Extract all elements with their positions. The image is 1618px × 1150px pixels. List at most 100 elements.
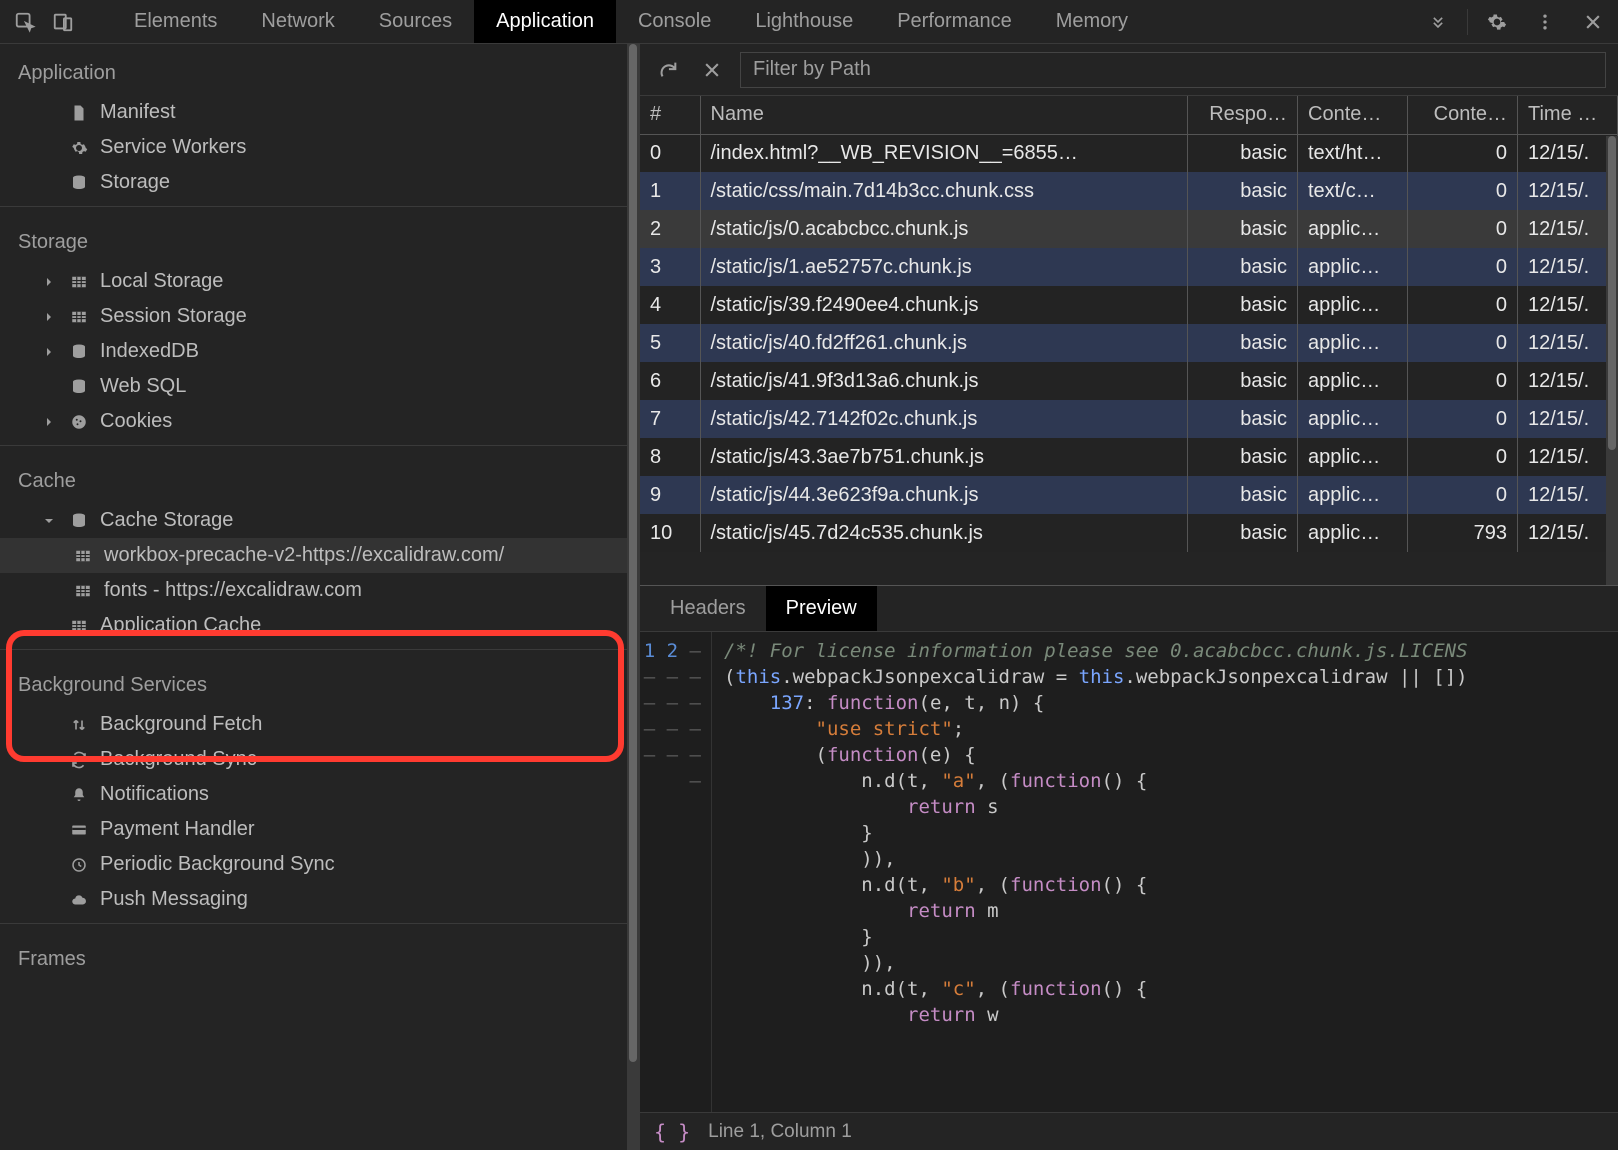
table-cell: basic — [1188, 210, 1298, 248]
table-cell: 2 — [640, 210, 700, 248]
sidebar-item-payment-handler[interactable]: Payment Handler — [0, 812, 639, 847]
chevron-down-icon[interactable] — [44, 516, 58, 526]
sidebar-item-cache-storage[interactable]: Cache Storage — [0, 503, 639, 538]
devtools-tab-network[interactable]: Network — [239, 0, 356, 43]
sidebar-item-application-cache[interactable]: Application Cache — [0, 608, 639, 643]
devtools-tab-performance[interactable]: Performance — [875, 0, 1034, 43]
table-cell: applic… — [1298, 210, 1408, 248]
grid-icon — [68, 271, 90, 293]
sidebar-item-service-workers[interactable]: Service Workers — [0, 130, 639, 165]
reload-icon[interactable] — [652, 54, 684, 86]
sidebar-item-label: Cookies — [100, 410, 172, 433]
statusbar: { } Line 1, Column 1 — [640, 1112, 1618, 1150]
devtools-tab-sources[interactable]: Sources — [357, 0, 474, 43]
table-cell: /static/js/0.acabcbcc.chunk.js — [700, 210, 1188, 248]
sidebar-item-web-sql[interactable]: Web SQL — [0, 369, 639, 404]
sidebar-section-frames: Frames — [0, 930, 639, 981]
sidebar-item-manifest[interactable]: Manifest — [0, 95, 639, 130]
table-cell: /index.html?__WB_REVISION__=6855… — [700, 134, 1188, 172]
table-cell: applic… — [1298, 514, 1408, 552]
table-header[interactable]: Conte… — [1298, 96, 1408, 134]
device-toggle-icon[interactable] — [44, 3, 82, 41]
sidebar-item-session-storage[interactable]: Session Storage — [0, 299, 639, 334]
table-cell: 0 — [1408, 286, 1518, 324]
filter-path-input[interactable] — [740, 52, 1606, 88]
kebab-menu-icon[interactable] — [1526, 3, 1564, 41]
table-row[interactable]: 9/static/js/44.3e623f9a.chunk.jsbasicapp… — [640, 476, 1618, 514]
db-icon — [68, 510, 90, 532]
pretty-print-icon[interactable]: { } — [654, 1120, 690, 1144]
preview-code: 1 2 – – – – – – – – – – – – – – /*! For … — [640, 632, 1618, 1112]
settings-icon[interactable] — [1478, 3, 1516, 41]
sidebar-item-background-fetch[interactable]: Background Fetch — [0, 707, 639, 742]
chevron-right-icon[interactable] — [44, 347, 58, 357]
code-token: this — [735, 666, 781, 688]
devtools-tab-memory[interactable]: Memory — [1034, 0, 1150, 43]
sidebar-item-storage[interactable]: Storage — [0, 165, 639, 200]
sidebar-item-push-messaging[interactable]: Push Messaging — [0, 882, 639, 917]
sidebar-item-label: fonts - https://excalidraw.com — [104, 579, 362, 602]
sync-icon — [68, 749, 90, 771]
sidebar-scrollbar[interactable] — [627, 44, 639, 1150]
table-header[interactable]: Conte… — [1408, 96, 1518, 134]
sidebar-item-label: Service Workers — [100, 136, 246, 159]
updown-icon — [68, 714, 90, 736]
code-token: .webpackJsonpexcalidraw || []) — [1124, 666, 1467, 688]
detail-tab-headers[interactable]: Headers — [650, 586, 766, 631]
devtools-tab-application[interactable]: Application — [474, 0, 616, 43]
table-header[interactable]: Time … — [1518, 96, 1618, 134]
code-token: return — [907, 900, 976, 922]
table-row[interactable]: 7/static/js/42.7142f02c.chunk.jsbasicapp… — [640, 400, 1618, 438]
sidebar-item-fonts-https-excalidraw-com[interactable]: fonts - https://excalidraw.com — [0, 573, 639, 608]
sidebar-item-local-storage[interactable]: Local Storage — [0, 264, 639, 299]
sidebar-item-label: Push Messaging — [100, 888, 248, 911]
table-row[interactable]: 8/static/js/43.3ae7b751.chunk.jsbasicapp… — [640, 438, 1618, 476]
code-token: "use strict" — [816, 718, 953, 740]
table-row[interactable]: 2/static/js/0.acabcbcc.chunk.jsbasicappl… — [640, 210, 1618, 248]
code-token: function — [1010, 874, 1102, 896]
bell-icon — [68, 784, 90, 806]
sidebar-item-label: Manifest — [100, 101, 176, 124]
sidebar-section-application: Application — [0, 44, 639, 95]
sidebar-item-background-sync[interactable]: Background Sync — [0, 742, 639, 777]
table-row[interactable]: 10/static/js/45.7d24c535.chunk.jsbasicap… — [640, 514, 1618, 552]
table-row[interactable]: 0/index.html?__WB_REVISION__=6855…basict… — [640, 134, 1618, 172]
table-row[interactable]: 5/static/js/40.fd2ff261.chunk.jsbasicapp… — [640, 324, 1618, 362]
db-icon — [68, 341, 90, 363]
card-icon — [68, 819, 90, 841]
detail-tab-preview[interactable]: Preview — [766, 586, 877, 631]
sidebar-item-periodic-background-sync[interactable]: Periodic Background Sync — [0, 847, 639, 882]
inspect-element-icon[interactable] — [6, 3, 44, 41]
db-icon — [68, 376, 90, 398]
sidebar-item-workbox-precache-v2-https-excalidraw-com[interactable]: workbox-precache-v2-https://excalidraw.c… — [0, 538, 639, 573]
chevron-right-icon[interactable] — [44, 312, 58, 322]
close-icon[interactable] — [1574, 3, 1612, 41]
sidebar-item-cookies[interactable]: Cookies — [0, 404, 639, 439]
table-header[interactable]: Respo… — [1188, 96, 1298, 134]
table-row[interactable]: 3/static/js/1.ae52757c.chunk.jsbasicappl… — [640, 248, 1618, 286]
table-scrollbar[interactable] — [1606, 136, 1618, 585]
table-row[interactable]: 1/static/css/main.7d14b3cc.chunk.cssbasi… — [640, 172, 1618, 210]
sidebar-item-label: Background Sync — [100, 748, 257, 771]
table-cell: 0 — [1408, 400, 1518, 438]
table-cell: /static/js/40.fd2ff261.chunk.js — [700, 324, 1188, 362]
sidebar-item-label: Web SQL — [100, 375, 186, 398]
devtools-tab-lighthouse[interactable]: Lighthouse — [733, 0, 875, 43]
delete-entry-icon[interactable] — [696, 54, 728, 86]
devtools-tab-console[interactable]: Console — [616, 0, 733, 43]
table-header[interactable]: Name — [700, 96, 1188, 134]
table-row[interactable]: 6/static/js/41.9f3d13a6.chunk.jsbasicapp… — [640, 362, 1618, 400]
more-tabs-icon[interactable] — [1419, 3, 1457, 41]
sidebar-item-notifications[interactable]: Notifications — [0, 777, 639, 812]
chevron-right-icon[interactable] — [44, 277, 58, 287]
table-cell: basic — [1188, 400, 1298, 438]
table-cell: 12/15/. — [1518, 210, 1618, 248]
table-cell: basic — [1188, 514, 1298, 552]
table-row[interactable]: 4/static/js/39.f2490ee4.chunk.jsbasicapp… — [640, 286, 1618, 324]
sidebar-item-indexeddb[interactable]: IndexedDB — [0, 334, 639, 369]
code-content[interactable]: /*! For license information please see 0… — [712, 632, 1618, 1112]
sidebar-section-background-services: Background Services — [0, 656, 639, 707]
devtools-tab-elements[interactable]: Elements — [112, 0, 239, 43]
table-header[interactable]: # — [640, 96, 700, 134]
chevron-right-icon[interactable] — [44, 417, 58, 427]
